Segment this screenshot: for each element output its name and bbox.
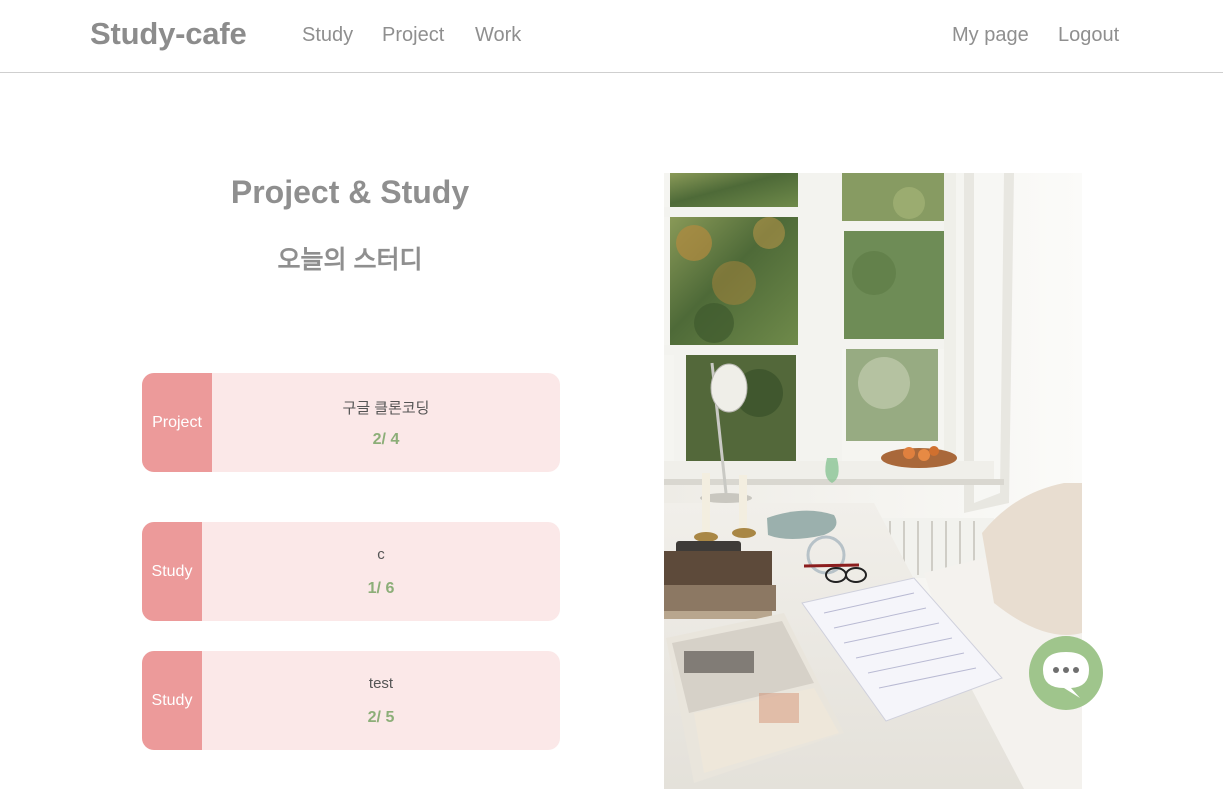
card-body: test 2/ 5 (202, 651, 560, 750)
chat-button[interactable] (1028, 634, 1104, 712)
card-member-count: 1/ 6 (367, 580, 395, 597)
card-member-count: 2/ 4 (372, 431, 400, 448)
nav-project[interactable]: Project (382, 24, 444, 47)
card-name: c (377, 546, 385, 563)
card-name: 구글 클론코딩 (342, 400, 430, 417)
chat-bubble-icon (1029, 636, 1103, 710)
nav-my-page[interactable]: My page (952, 24, 1029, 47)
study-card[interactable]: Study test 2/ 5 (142, 651, 560, 750)
card-body: 구글 클론코딩 2/ 4 (212, 373, 560, 472)
card-type-tag: Study (142, 522, 202, 621)
page-title: Project & Study (230, 174, 470, 210)
nav-work[interactable]: Work (475, 24, 521, 47)
study-card[interactable]: Study c 1/ 6 (142, 522, 560, 621)
card-type-tag: Project (142, 373, 212, 472)
study-card[interactable]: Project 구글 클론코딩 2/ 4 (142, 373, 560, 472)
card-member-count: 2/ 5 (367, 709, 395, 726)
nav-logout[interactable]: Logout (1058, 24, 1119, 47)
brand-logo[interactable]: Study-cafe (90, 16, 247, 52)
card-name: test (368, 675, 394, 692)
card-type-tag: Study (142, 651, 202, 750)
top-navbar: Study-cafe Study Project Work My page Lo… (0, 0, 1223, 73)
study-desk-photo (664, 173, 1082, 789)
card-body: c 1/ 6 (202, 522, 560, 621)
nav-study[interactable]: Study (302, 24, 353, 47)
page-subtitle: 오늘의 스터디 (277, 246, 423, 274)
